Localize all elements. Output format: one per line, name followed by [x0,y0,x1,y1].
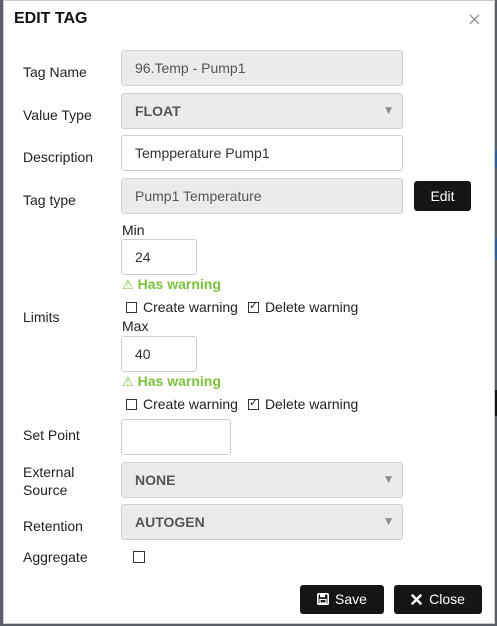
retention-label: Retention [23,518,83,534]
value-type-value: FLOAT [135,103,181,119]
max-create-warning-checkbox[interactable] [126,399,137,410]
close-label: Close [429,591,465,607]
aggregate-label: Aggregate [23,549,88,565]
x-icon [411,594,422,605]
min-label: Min [122,222,145,238]
chevron-down-icon: ▼ [385,106,392,116]
retention-select[interactable]: AUTOGEN ▼ [121,504,403,540]
max-delete-warning-label: Delete warning [264,396,359,412]
min-warning-text: Has warning [137,276,221,292]
external-source-label-line1: External [23,464,75,480]
min-warning-status: ⚠ Has warning [122,276,221,293]
max-warning-text: Has warning [137,373,221,389]
description-value: Tempperature Pump1 [135,145,270,161]
close-icon[interactable]: × [467,9,482,30]
max-warning-status: ⚠ Has warning [122,373,221,390]
min-input[interactable]: 24 [121,239,197,275]
min-warning-options: Create warning Delete warning [126,299,358,315]
chevron-down-icon: ▼ [385,475,392,485]
tag-type-field[interactable]: Pump1 Temperature [121,178,403,214]
tag-type-value: Pump1 Temperature [135,188,262,204]
min-create-warning-checkbox[interactable] [126,302,137,313]
retention-value: AUTOGEN [135,514,205,530]
save-label: Save [335,591,367,607]
min-delete-warning-checkbox[interactable] [247,299,259,313]
external-source-select[interactable]: NONE ▼ [121,462,403,498]
set-point-input[interactable] [121,419,231,455]
min-create-warning-label: Create warning [143,299,238,315]
limits-label: Limits [23,309,60,325]
description-label: Description [23,149,94,165]
external-source-value: NONE [135,472,176,488]
save-button[interactable]: Save [300,585,384,614]
dialog-title: EDIT TAG [14,10,88,27]
tag-type-label: Tag type [23,192,76,208]
max-value: 40 [135,346,151,362]
aggregate-checkbox[interactable] [133,551,145,563]
max-label: Max [122,318,149,334]
edit-tag-dialog: EDIT TAG × Tag Name 96.Temp - Pump1 Valu… [3,0,495,624]
floppy-disk-icon [317,593,330,605]
max-input[interactable]: 40 [121,336,197,372]
warning-icon: ⚠ [122,278,134,293]
set-point-label: Set Point [23,427,80,443]
chevron-down-icon: ▼ [385,517,392,527]
tag-name-field[interactable]: 96.Temp - Pump1 [121,50,403,86]
max-delete-warning-checkbox[interactable] [247,396,259,410]
edit-tag-type-button[interactable]: Edit [414,181,471,211]
external-source-label: External Source [23,463,74,499]
min-delete-warning-label: Delete warning [264,299,359,315]
external-source-label-line2: Source [23,482,68,498]
value-type-select[interactable]: FLOAT ▼ [121,93,403,129]
close-button[interactable]: Close [394,585,482,614]
tag-name-label: Tag Name [23,64,87,80]
tag-name-value: 96.Temp - Pump1 [135,60,246,76]
max-warning-options: Create warning Delete warning [126,396,358,412]
max-create-warning-label: Create warning [143,396,238,412]
warning-icon: ⚠ [122,375,134,390]
description-input[interactable]: Tempperature Pump1 [121,135,403,171]
min-value: 24 [135,249,151,265]
value-type-label: Value Type [23,107,92,123]
